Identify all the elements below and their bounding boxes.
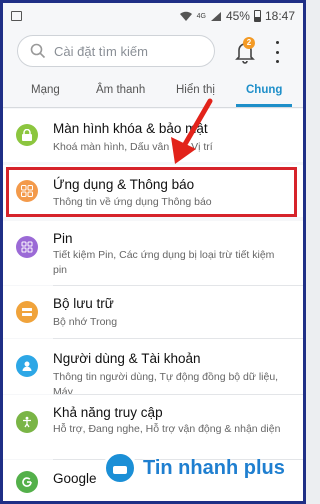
- battery-percent: 45%: [225, 9, 250, 23]
- lock-icon: [16, 124, 38, 146]
- gallery-notification-icon: [11, 11, 22, 21]
- grid-icon: [16, 236, 38, 258]
- settings-item-storage[interactable]: Bộ lưu trữ Bộ nhớ Trong: [3, 286, 303, 338]
- settings-item-users-accounts[interactable]: Người dùng & Tài khoản Thông tin người d…: [3, 339, 303, 398]
- watermark-logo: [103, 451, 137, 485]
- settings-item-title: Màn hình khóa & bảo mật: [53, 121, 208, 136]
- settings-item-title: Người dùng & Tài khoản: [53, 351, 201, 366]
- tab-bar: Mạng Âm thanh Hiển thị Chung: [3, 79, 303, 107]
- battery-icon: [253, 10, 261, 22]
- search-input[interactable]: Cài đặt tìm kiếm: [17, 35, 215, 67]
- tab-sound[interactable]: Âm thanh: [96, 79, 145, 107]
- wifi-icon: [179, 11, 192, 21]
- accessibility-icon: [16, 411, 38, 433]
- settings-item-title: Bộ lưu trữ: [53, 296, 114, 311]
- tab-display[interactable]: Hiển thị: [176, 79, 215, 107]
- storage-icon: [16, 301, 38, 323]
- settings-item-subtitle: Khoá màn hình, Dấu vân tay, Vị trí: [53, 141, 213, 153]
- settings-item-title: Google: [53, 471, 97, 486]
- person-icon: [16, 355, 38, 377]
- settings-item-title: Khả năng truy cập: [53, 405, 163, 420]
- signal-icon: [210, 11, 221, 21]
- settings-item-subtitle: Hỗ trợ, Đang nghe, Hỗ trợ vận động & nhậ…: [53, 423, 281, 435]
- tab-network[interactable]: Mạng: [31, 79, 60, 107]
- clock: 18:47: [264, 9, 295, 23]
- google-icon: [16, 471, 38, 493]
- status-right: 4G 45% 18:47: [179, 9, 295, 23]
- tab-general[interactable]: Chung: [235, 79, 293, 107]
- settings-item-title: Pin: [53, 231, 73, 246]
- more-options-icon[interactable]: [272, 41, 282, 63]
- search-placeholder: Cài đặt tìm kiếm: [54, 43, 148, 59]
- settings-item-battery[interactable]: Pin Tiết kiệm Pin, Các ứng dụng bị loại …: [3, 221, 303, 285]
- highlight-box: [6, 167, 297, 217]
- settings-item-subtitle: Bộ nhớ Trong: [53, 316, 118, 328]
- tabs-divider: [3, 107, 303, 108]
- settings-item-subtitle: Tiết kiệm Pin, Các ứng dụng bị loại trừ …: [53, 249, 275, 276]
- notification-badge: 2: [243, 37, 255, 49]
- settings-item-lock-security[interactable]: Màn hình khóa & bảo mật Khoá màn hình, D…: [3, 109, 303, 162]
- watermark: Tin nhanh plus: [103, 450, 285, 486]
- search-icon: [30, 43, 46, 59]
- watermark-text: Tin nhanh plus: [143, 456, 285, 479]
- status-bar: 4G 45% 18:47: [3, 3, 303, 29]
- screenshot-frame: 4G 45% 18:47 Cài đặt tìm kiếm 2 Mạng Âm …: [0, 0, 306, 504]
- search-row: Cài đặt tìm kiếm 2: [3, 33, 303, 69]
- network-type: 4G: [196, 12, 206, 20]
